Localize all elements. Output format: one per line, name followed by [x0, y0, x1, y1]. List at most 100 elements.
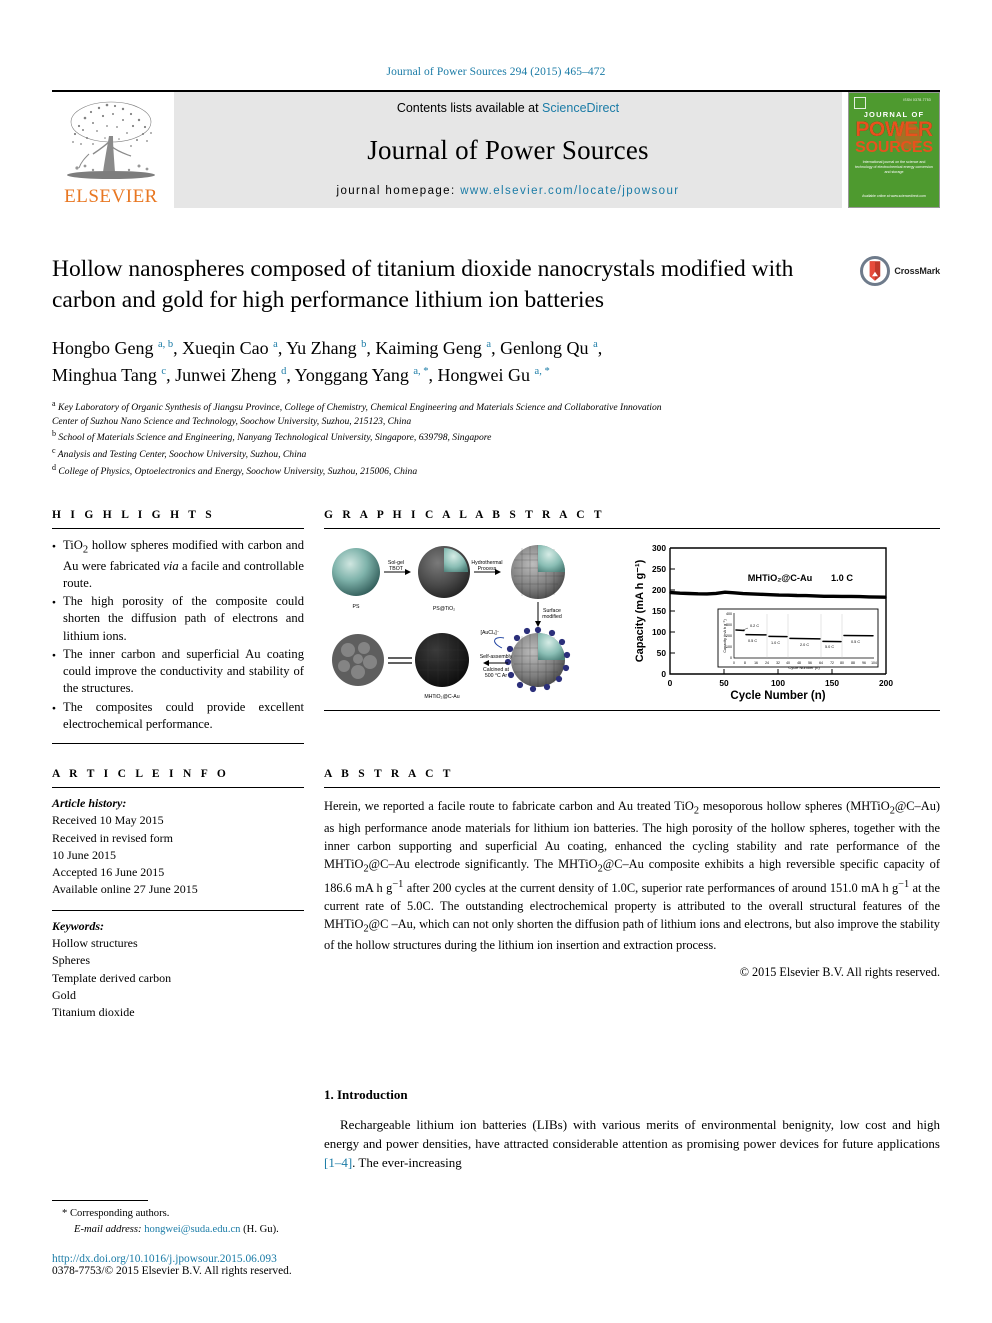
journal-masthead: ELSEVIER Contents lists available at Sci… [52, 90, 940, 208]
svg-text:16: 16 [754, 661, 758, 665]
article-history-label: Article history: [52, 796, 127, 811]
svg-text:2.0 C: 2.0 C [800, 643, 809, 647]
article-history-box: Article history: Received 10 May 2015 Re… [52, 787, 304, 898]
list-item: The composites could provide excellent e… [52, 699, 304, 734]
keyword-item: Spheres [52, 953, 90, 968]
chart-y-axis-label: Capacity (mA h g⁻¹) [634, 559, 646, 662]
synthesis-scheme-diagram: PS Sol-gel TBOT PS@TiO₂ Hydrothermal Pro… [332, 544, 571, 700]
inset-x-axis-label: Cycle Number (n) [788, 665, 820, 670]
svg-text:300: 300 [652, 543, 666, 553]
author-list: Hongbo Geng a, b, Xueqin Cao a, Yu Zhang… [52, 335, 872, 389]
svg-text:150: 150 [652, 606, 666, 616]
keyword-item: Template derived carbon [52, 970, 172, 985]
graphical-abstract-heading: G R A P H I C A L A B S T R A C T [324, 508, 605, 521]
svg-text:PS: PS [353, 604, 360, 610]
running-head: Journal of Power Sources 294 (2015) 465–… [386, 66, 606, 78]
cover-elsevier-mark-icon [854, 97, 866, 109]
chart-inset: 0100 200300400 0 8 16 24 32 40 48 56 64 72 80 88… [717, 608, 879, 670]
abstract-text: Herein, we reported a facile route to fa… [324, 799, 941, 953]
crossmark-icon [860, 256, 891, 286]
svg-text:64: 64 [819, 661, 823, 665]
cover-sources-word: SOURCES [855, 138, 933, 156]
citation-link[interactable]: [1–4] [324, 1155, 352, 1170]
email-line: E-mail address: hongwei@suda.edu.cn (H. … [52, 1222, 392, 1238]
homepage-url-link[interactable]: www.elsevier.com/locate/jpowsour [460, 185, 679, 197]
crossmark-badge-group[interactable]: CrossMark [860, 256, 940, 286]
highlights-and-ga-row: H I G H L I G H T S TiO2 hollow spheres … [52, 509, 940, 745]
cover-accent-circle [895, 123, 921, 149]
affiliations: a Key Laboratory of Organic Synthesis of… [52, 398, 940, 479]
svg-text:104: 104 [871, 661, 877, 665]
corresponding-line: * Corresponding authors. [52, 1206, 392, 1222]
abstract-heading: A B S T R A C T [324, 768, 454, 781]
contents-line: Contents lists available at ScienceDirec… [397, 101, 619, 115]
svg-text:100: 100 [652, 627, 666, 637]
svg-text:32: 32 [776, 661, 780, 665]
elsevier-wordmark: ELSEVIER [64, 186, 158, 207]
svg-text:80: 80 [840, 661, 844, 665]
svg-text:8: 8 [744, 661, 746, 665]
svg-text:Self-assembly: Self-assembly [480, 654, 513, 660]
highlights-column: H I G H L I G H T S TiO2 hollow spheres … [52, 509, 304, 745]
graphical-abstract-body: PS Sol-gel TBOT PS@TiO₂ Hydrothermal Pro… [324, 529, 940, 710]
list-item: TiO2 hollow spheres modified with carbon… [52, 537, 304, 592]
list-item: The high porosity of the composite could… [52, 593, 304, 645]
svg-text:500 °C Ar: 500 °C Ar [485, 673, 508, 679]
elsevier-logo: ELSEVIER [52, 92, 170, 208]
svg-text:50: 50 [719, 678, 729, 688]
abstract-column: A B S T R A C T Herein, we reported a fa… [324, 768, 940, 1021]
footnote-rule [52, 1200, 148, 1202]
contents-prefix: Contents lists available at [396, 101, 543, 115]
keyword-item: Titanium dioxide [52, 1004, 135, 1019]
chart-series-annotation: MHTiO₂@C-Au [748, 573, 812, 583]
keywords-box: Keywords: Hollow structures Spheres Temp… [52, 910, 304, 1021]
journal-cover-thumbnail: ISSN 0378-7753 JOURNAL OF POWER SOURCES … [848, 92, 940, 208]
history-item: Received 10 May 2015 [52, 813, 164, 828]
cover-power-word: POWER [855, 118, 933, 141]
title-zone: Hollow nanospheres composed of titanium … [52, 254, 940, 479]
sciencedirect-link[interactable]: ScienceDirect [542, 101, 619, 115]
author-line-1: Hongbo Geng a, b, Xueqin Cao a, Yu Zhang… [52, 338, 603, 359]
graphical-abstract-box: PS Sol-gel TBOT PS@TiO₂ Hydrothermal Pro… [324, 527, 940, 711]
article-history: Article history: Received 10 May 2015 Re… [52, 788, 304, 898]
page-title: Hollow nanospheres composed of titanium … [52, 256, 794, 314]
corresponding-author-note: * Corresponding authors. E-mail address:… [52, 1200, 392, 1238]
elsevier-tree-icon [67, 101, 155, 179]
highlights-list: TiO2 hollow spheres modified with carbon… [52, 529, 304, 743]
svg-text:TBOT: TBOT [389, 566, 404, 572]
page-footer: * Corresponding authors. E-mail address:… [52, 1200, 392, 1277]
cover-top-strip: ISSN 0378-7753 [849, 93, 939, 109]
cycling-performance-chart: 050100 150200250 300 0 50 100 150 200 Cy… [634, 543, 893, 702]
affiliation-c: c Analysis and Testing Center, Soochow U… [52, 446, 307, 461]
journal-band: Contents lists available at ScienceDirec… [174, 92, 842, 208]
svg-text:150: 150 [825, 678, 839, 688]
asterisk-icon: * [62, 1208, 68, 1220]
affiliation-d: d College of Physics, Optoelectronics an… [52, 463, 418, 478]
introduction-row: 1. Introduction Rechargeable lithium ion… [52, 1087, 940, 1173]
email-link[interactable]: hongwei@suda.edu.cn [144, 1224, 240, 1235]
chart-rate-label: 1.0 C [831, 573, 853, 583]
svg-text:0: 0 [661, 669, 666, 679]
svg-text:0: 0 [730, 656, 732, 660]
history-item: Received in revised form [52, 830, 173, 845]
highlights-box: TiO2 hollow spheres modified with carbon… [52, 527, 304, 745]
introduction-heading: 1. Introduction [324, 1087, 408, 1103]
doi-link[interactable]: http://dx.doi.org/10.1016/j.jpowsour.201… [52, 1253, 392, 1265]
cover-bottom-note: Available online at www.sciencedirect.co… [862, 193, 926, 198]
introduction-paragraph: Rechargeable lithium ion batteries (LIBs… [324, 1116, 940, 1173]
email-label: E-mail address: [74, 1224, 142, 1236]
affiliation-a: a Key Laboratory of Organic Synthesis of… [52, 399, 662, 427]
introduction-column: 1. Introduction Rechargeable lithium ion… [324, 1087, 940, 1173]
svg-text:200: 200 [652, 585, 666, 595]
svg-text:0.5 C: 0.5 C [851, 640, 860, 644]
keyword-item: Gold [52, 987, 76, 1002]
svg-text:[AuCl₄]⁻: [AuCl₄]⁻ [481, 630, 500, 636]
graphical-abstract-column: G R A P H I C A L A B S T R A C T PS Sol… [324, 509, 940, 744]
cover-issn-text: ISSN 0378-7753 [903, 98, 931, 102]
svg-text:250: 250 [652, 564, 666, 574]
affiliation-b: b School of Materials Science and Engine… [52, 429, 492, 444]
crossmark-label: CrossMark [894, 266, 940, 276]
svg-text:Process: Process [478, 566, 497, 572]
history-item: Accepted 16 June 2015 [52, 864, 165, 879]
paper-page: Journal of Power Sources 294 (2015) 465–… [0, 0, 992, 1323]
